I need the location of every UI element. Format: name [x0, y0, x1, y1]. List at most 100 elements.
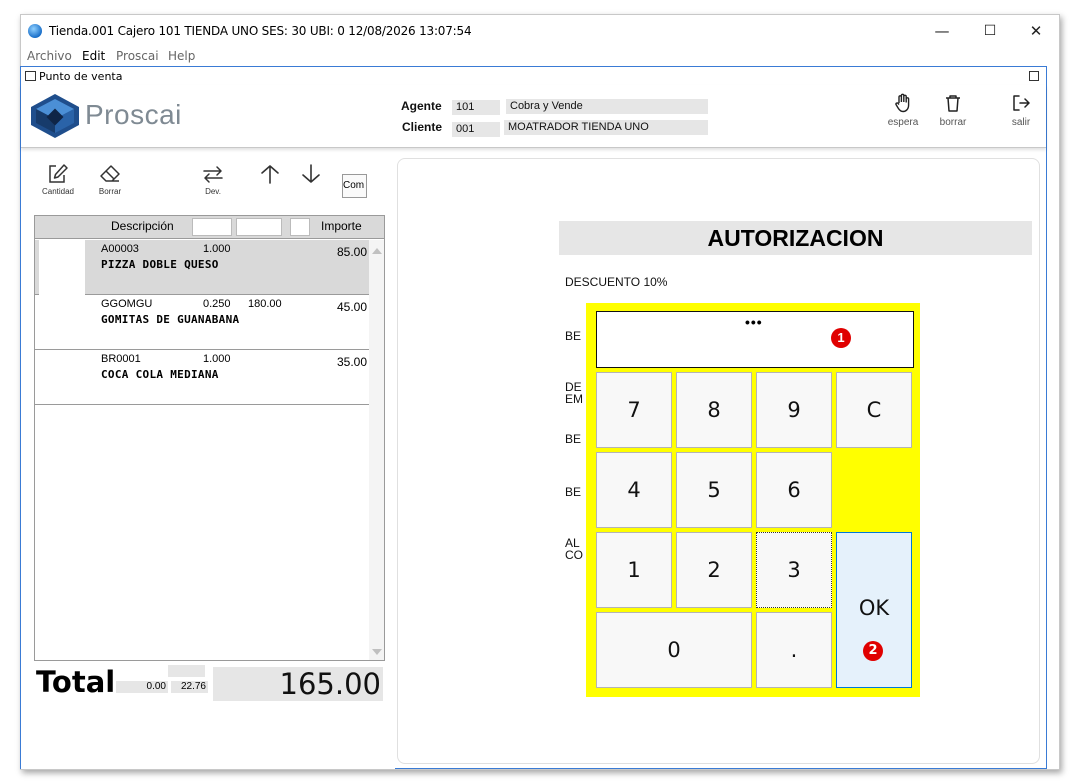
- table-row[interactable]: A00003 1.000 85.00 PIZZA DOBLE QUESO: [35, 240, 370, 295]
- borrar-button[interactable]: borrar: [931, 93, 975, 128]
- window-title: Tienda.001 Cajero 101 TIENDA UNO SES: 30…: [49, 24, 472, 38]
- pos-panel: Punto de venta Proscai Agente 101 Cobra …: [20, 66, 1047, 769]
- ok-label: OK: [858, 596, 890, 620]
- proscai-logo-icon: [29, 93, 81, 144]
- item-desc: PIZZA DOBLE QUESO: [101, 258, 219, 271]
- key-6[interactable]: 6: [756, 452, 832, 528]
- callout-badge-1: 1: [831, 328, 851, 348]
- close-button[interactable]: ✕: [1024, 21, 1048, 41]
- table-scrollbar[interactable]: [369, 240, 384, 660]
- col-blank-1: [192, 218, 232, 236]
- app-window: Tienda.001 Cajero 101 TIENDA UNO SES: 30…: [20, 14, 1060, 770]
- tax-value: 22.76: [171, 681, 208, 693]
- key-1[interactable]: 1: [596, 532, 672, 608]
- total-value: 165.00: [213, 667, 383, 701]
- espera-button[interactable]: espera: [881, 93, 925, 128]
- move-down-button[interactable]: [289, 163, 333, 187]
- key-decimal[interactable]: .: [756, 612, 832, 688]
- key-9[interactable]: 9: [756, 372, 832, 448]
- swap-arrows-icon: [203, 166, 223, 183]
- key-8[interactable]: 8: [676, 372, 752, 448]
- auth-item[interactable]: BE: [565, 330, 581, 342]
- pos-header: Proscai Agente 101 Cobra y Vende Cliente…: [21, 85, 1046, 148]
- menu-help[interactable]: Help: [168, 49, 195, 63]
- blank-box: [168, 665, 205, 677]
- scroll-down-icon[interactable]: [372, 649, 382, 655]
- cliente-label: Cliente: [402, 120, 443, 134]
- title-bar: Tienda.001 Cajero 101 TIENDA UNO SES: 30…: [21, 15, 1059, 47]
- item-desc: GOMITAS DE GUANABANA: [101, 313, 240, 326]
- menu-edit[interactable]: Edit: [82, 49, 105, 63]
- item-amount: 35.00: [336, 355, 367, 369]
- col-importe: Importe: [321, 219, 362, 233]
- borrar-item-button[interactable]: Borrar: [88, 163, 132, 196]
- col-descripcion: Descripción: [111, 219, 174, 233]
- globe-icon: [28, 24, 42, 38]
- pos-panel-title: Punto de venta: [25, 70, 122, 83]
- cantidad-button[interactable]: Cantidad: [36, 163, 80, 196]
- com-button[interactable]: Com: [342, 174, 367, 198]
- password-display[interactable]: ••• 1: [596, 311, 914, 368]
- authorization-panel: AUTORIZACION DESCUENTO 10% BE DE EM BE B…: [397, 158, 1040, 764]
- pos-panel-title-text: Punto de venta: [39, 70, 123, 83]
- item-amount: 45.00: [336, 300, 367, 314]
- key-0[interactable]: 0: [596, 612, 752, 688]
- key-4[interactable]: 4: [596, 452, 672, 528]
- auth-title: AUTORIZACION: [559, 221, 1032, 255]
- window-box-icon: [25, 71, 36, 81]
- item-desc: COCA COLA MEDIANA: [101, 368, 219, 381]
- borrar-item-label: Borrar: [98, 187, 122, 196]
- borrar-label: borrar: [939, 117, 967, 128]
- minimize-button[interactable]: —: [930, 21, 954, 41]
- devolucion-button[interactable]: Dev.: [191, 163, 235, 196]
- table-row[interactable]: BR0001 1.000 35.00 COCA COLA MEDIANA: [35, 350, 370, 405]
- key-5[interactable]: 5: [676, 452, 752, 528]
- exit-icon: [1013, 95, 1030, 111]
- scroll-up-icon[interactable]: [372, 248, 382, 254]
- auth-item[interactable]: CO: [565, 549, 583, 561]
- sale-panel: Cantidad Borrar Dev. Com Descripción Imp…: [21, 157, 395, 769]
- callout-badge-2: 2: [863, 641, 883, 661]
- item-code: GGOMGU: [101, 298, 153, 310]
- menu-archivo[interactable]: Archivo: [27, 49, 72, 63]
- arrow-up-icon: [261, 165, 279, 184]
- panel-maximize-button[interactable]: [1029, 71, 1039, 81]
- item-qty: 0.250: [203, 298, 231, 310]
- cliente-code-field[interactable]: 001: [452, 122, 500, 137]
- col-blank-2: [236, 218, 282, 236]
- cliente-name-field[interactable]: MOATRADOR TIENDA UNO: [504, 120, 708, 135]
- arrow-down-icon: [302, 164, 320, 183]
- item-amount: 85.00: [336, 245, 367, 259]
- row-marker: [39, 240, 85, 295]
- key-2[interactable]: 2: [676, 532, 752, 608]
- agente-name-field[interactable]: Cobra y Vende: [506, 99, 708, 114]
- salir-button[interactable]: salir: [999, 93, 1043, 128]
- item-code: BR0001: [101, 353, 141, 365]
- key-7[interactable]: 7: [596, 372, 672, 448]
- key-3[interactable]: 3: [756, 532, 832, 608]
- menu-bar: Archivo Edit Proscai Help: [21, 47, 1059, 65]
- auth-item[interactable]: EM: [565, 393, 583, 405]
- salir-label: salir: [1011, 117, 1031, 128]
- table-header: Descripción Importe: [35, 216, 384, 239]
- agente-code-field[interactable]: 101: [452, 100, 500, 115]
- auth-item[interactable]: BE: [565, 486, 581, 498]
- discount-value: 0.00: [116, 681, 168, 693]
- auth-item[interactable]: BE: [565, 433, 581, 445]
- trash-icon: [946, 95, 960, 112]
- auth-item[interactable]: DESCUENTO 10%: [565, 276, 667, 288]
- item-code: A00003: [101, 243, 139, 255]
- move-up-button[interactable]: [248, 163, 292, 187]
- col-blank-3: [290, 218, 310, 236]
- agente-label: Agente: [401, 99, 442, 113]
- menu-proscai[interactable]: Proscai: [116, 49, 159, 63]
- devolucion-label: Dev.: [205, 187, 221, 196]
- edit-icon: [49, 164, 68, 183]
- total-label: Total: [36, 665, 116, 699]
- ok-button[interactable]: OK 2: [836, 532, 912, 688]
- key-clear[interactable]: C: [836, 372, 912, 448]
- maximize-button[interactable]: ☐: [978, 21, 1002, 41]
- table-row[interactable]: GGOMGU 0.250 180.00 45.00 GOMITAS DE GUA…: [35, 295, 370, 350]
- hand-icon: [895, 93, 910, 113]
- espera-label: espera: [887, 117, 919, 128]
